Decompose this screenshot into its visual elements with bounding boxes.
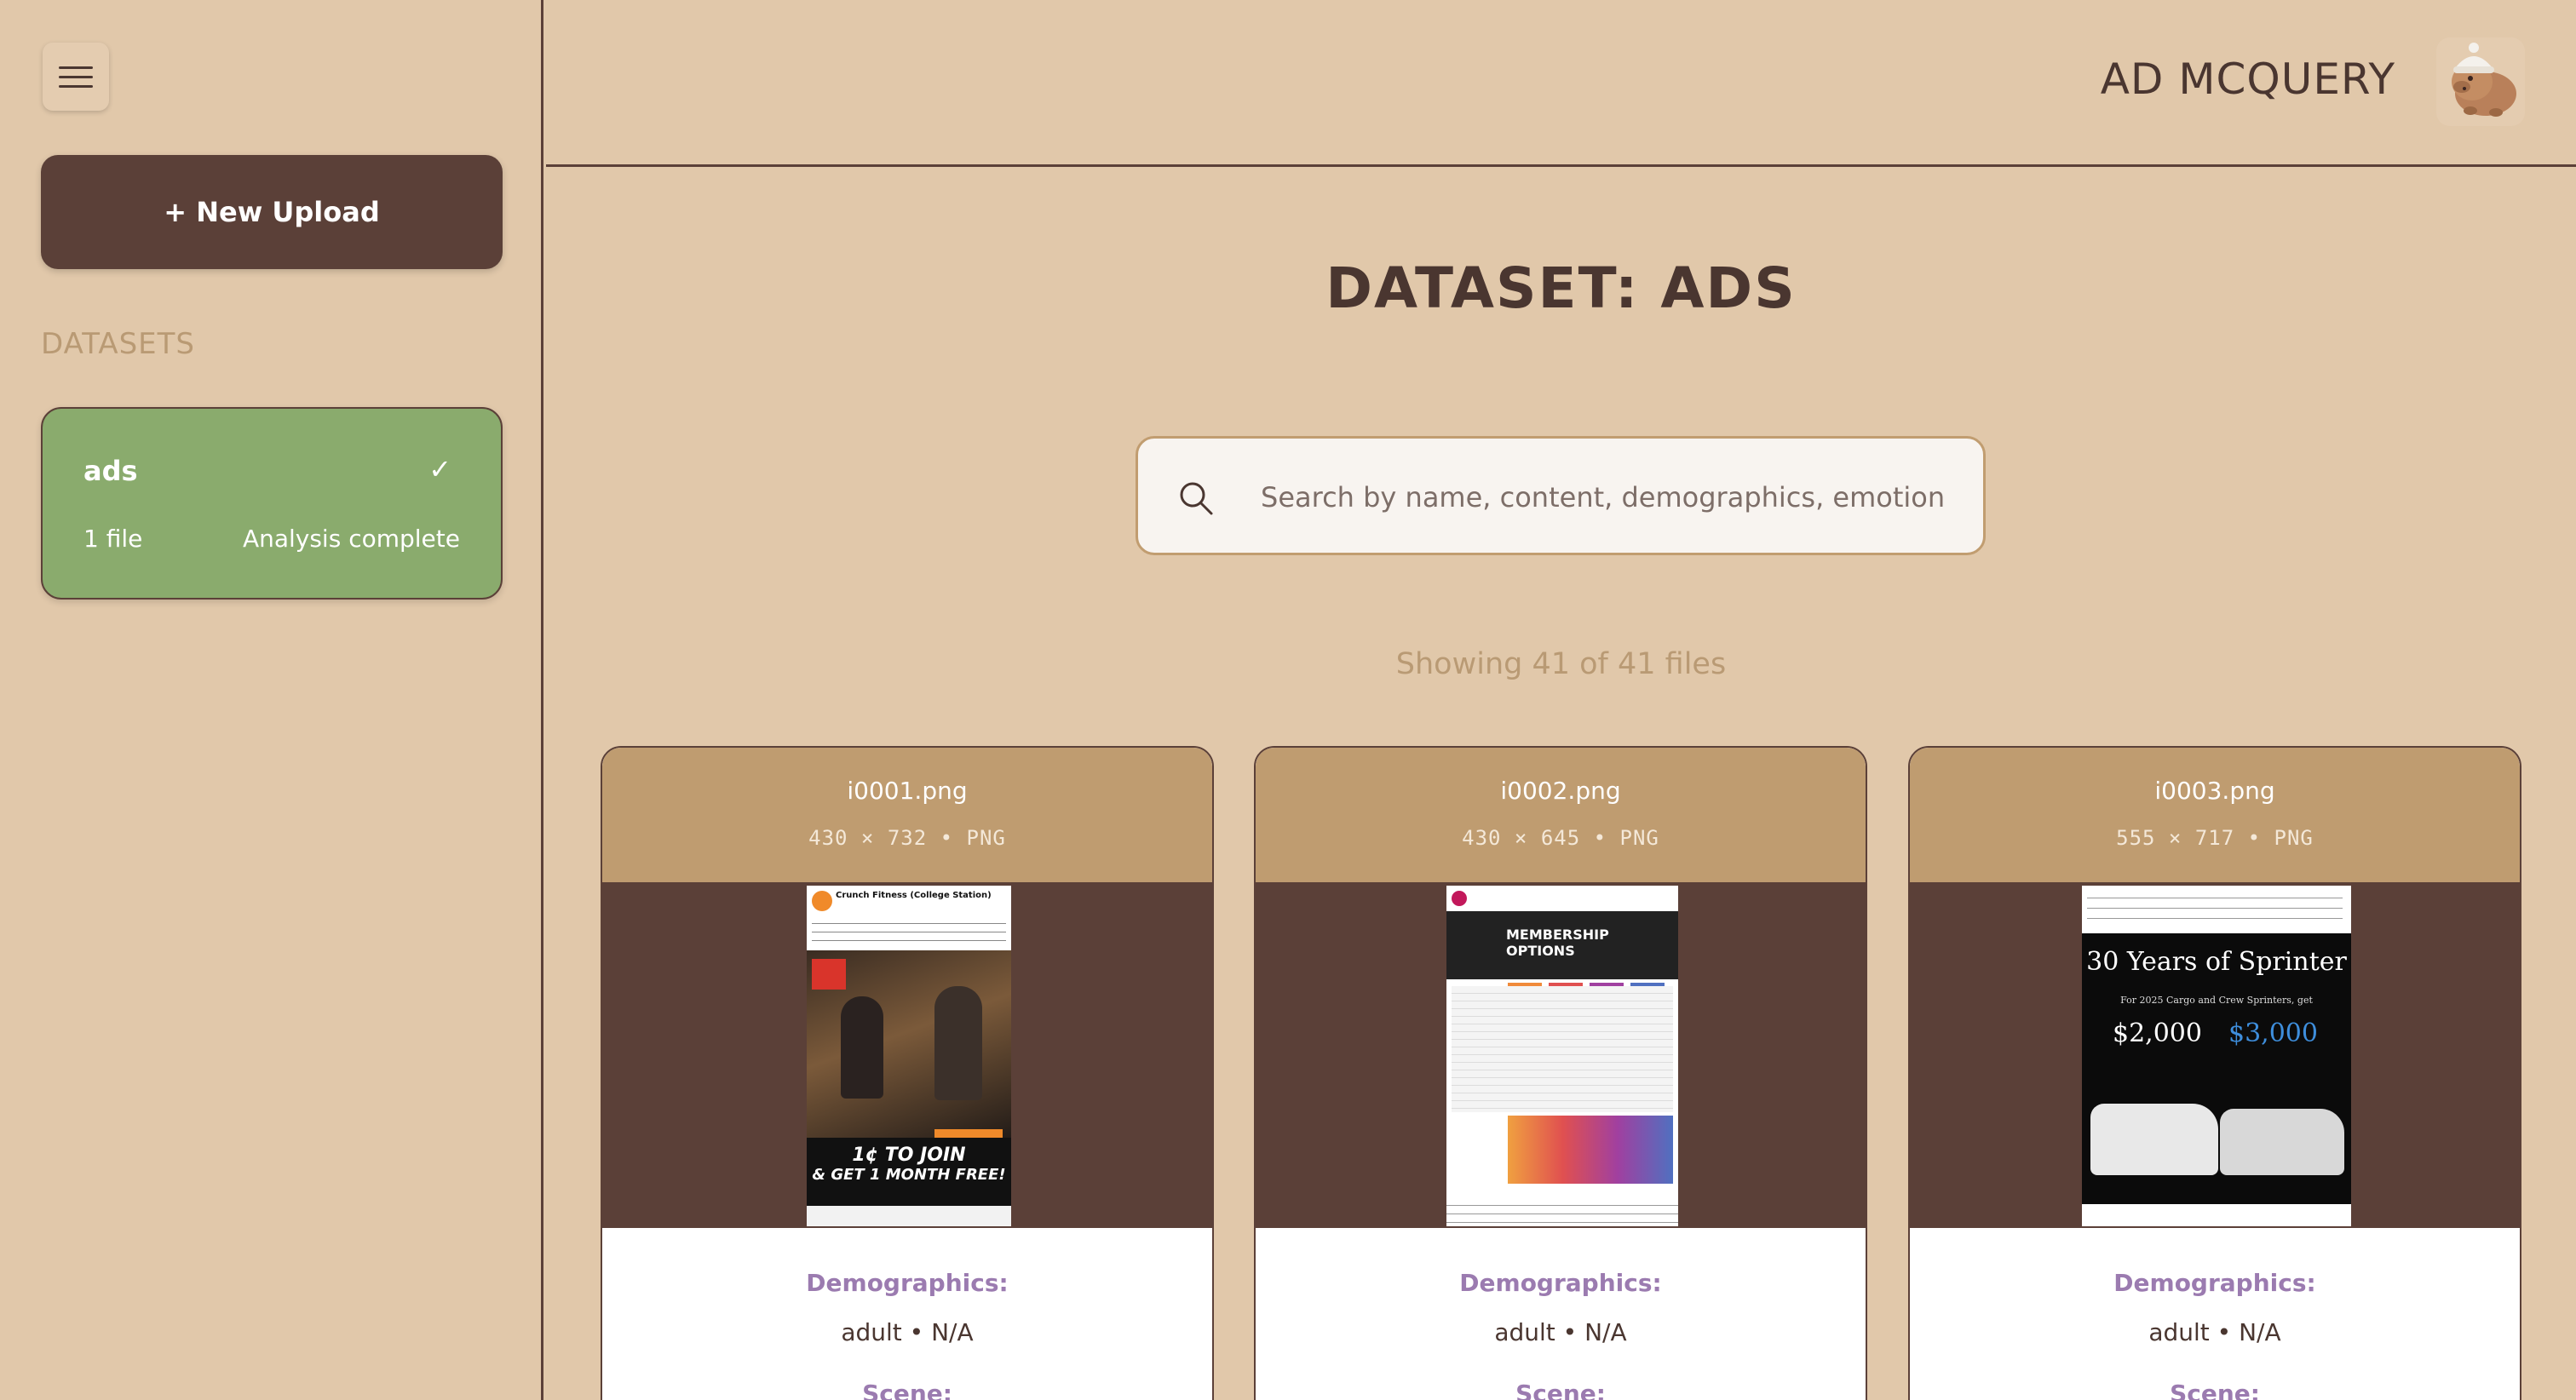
thumb-headline: 30 Years of Sprinter [2086,947,2347,977]
demographics-label: Demographics: [2113,1269,2316,1297]
dataset-name: ads [83,455,138,487]
search-icon [1180,482,1213,515]
card-filename: i0002.png [1500,777,1621,805]
thumb-line-1: 1¢ TO JOIN [852,1145,966,1166]
datasets-heading: DATASETS [41,327,196,361]
card-meta: 430 × 732 • PNG [808,826,1006,850]
demographics-label: Demographics: [1459,1269,1662,1297]
scene-label: Scene: [2170,1380,2260,1400]
file-card-i0002[interactable]: i0002.png 430 × 645 • PNG MEMBERSHIP OPT… [1254,746,1867,1400]
thumb-amount-2: $3,000 [2228,1018,2318,1048]
app-root: + New Upload DATASETS ads ✓ 1 file Analy… [0,0,2576,1400]
card-filename: i0001.png [847,777,968,805]
thumb-headline: MEMBERSHIP OPTIONS [1506,927,1609,959]
ad-thumbnail-image: Crunch Fitness (College Station) 1¢ TO J… [807,886,1011,1226]
new-upload-button[interactable]: + New Upload [41,155,503,269]
results-count: Showing 41 of 41 files [1395,647,1727,681]
card-header: i0002.png 430 × 645 • PNG [1256,748,1866,882]
app-brand: AD MCQUERY [2100,55,2395,104]
search-input[interactable] [1261,469,1959,525]
scene-label: Scene: [1515,1380,1606,1400]
ad-thumbnail-image: 30 Years of Sprinter For 2025 Cargo and … [2082,886,2351,1226]
scene-label: Scene: [862,1380,952,1400]
card-meta: 430 × 645 • PNG [1462,826,1659,850]
card-thumbnail[interactable]: 30 Years of Sprinter For 2025 Cargo and … [1910,882,2520,1228]
hamburger-menu-icon[interactable] [43,43,109,111]
demographics-value: adult • N/A [841,1318,974,1346]
thumb-offer: For 2025 Cargo and Crew Sprinters, get [2120,995,2313,1006]
card-header: i0003.png 555 × 717 • PNG [1910,748,2520,882]
dataset-status: Analysis complete [242,525,460,553]
demographics-value: adult • N/A [2148,1318,2281,1346]
thumb-line-2: & GET 1 MONTH FREE! [812,1166,1006,1184]
card-thumbnail[interactable]: MEMBERSHIP OPTIONS [1256,882,1866,1228]
search-box[interactable] [1136,436,1986,555]
dataset-file-count: 1 file [83,525,143,553]
thumb-amount-1: $2,000 [2113,1018,2202,1048]
checkmark-icon: ✓ [428,453,451,485]
dataset-item-ads[interactable]: ads ✓ 1 file Analysis complete [41,407,503,600]
card-thumbnail[interactable]: Crunch Fitness (College Station) 1¢ TO J… [602,882,1212,1228]
page-title: DATASET: ADS [1325,255,1797,321]
card-meta: 555 × 717 • PNG [2116,826,2314,850]
file-card-i0003[interactable]: i0003.png 555 × 717 • PNG 30 Years of Sp… [1908,746,2521,1400]
thumb-advertiser: Crunch Fitness (College Station) [836,891,992,900]
card-filename: i0003.png [2154,777,2275,805]
demographics-label: Demographics: [806,1269,1009,1297]
capybara-avatar-icon[interactable] [2436,37,2525,126]
file-card-i0001[interactable]: i0001.png 430 × 732 • PNG Crunch Fitness… [601,746,1214,1400]
demographics-value: adult • N/A [1494,1318,1627,1346]
top-header: AD MCQUERY [546,0,2576,167]
sidebar: + New Upload DATASETS ads ✓ 1 file Analy… [0,0,543,1400]
ad-thumbnail-image: MEMBERSHIP OPTIONS [1446,886,1678,1226]
card-header: i0001.png 430 × 732 • PNG [602,748,1212,882]
